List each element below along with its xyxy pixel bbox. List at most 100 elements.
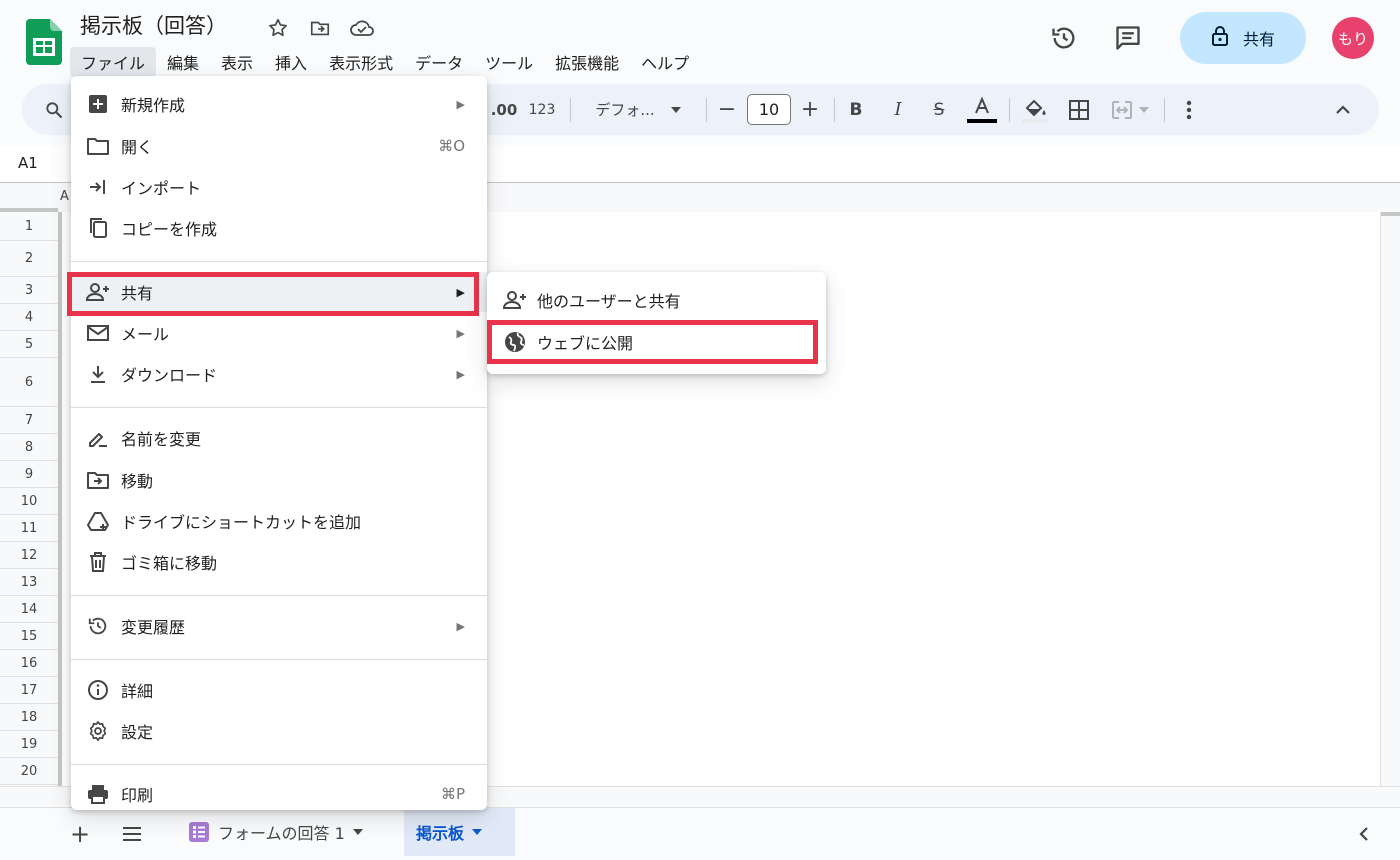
toolbar-divider	[834, 98, 835, 122]
menu-data[interactable]: データ	[404, 47, 474, 77]
column-header-a[interactable]: A	[58, 183, 70, 212]
menu-edit[interactable]: 編集	[156, 47, 210, 77]
select-all-corner[interactable]	[0, 183, 58, 212]
move-folder-icon[interactable]	[306, 14, 334, 42]
share-button[interactable]: 共有	[1180, 12, 1306, 64]
submenu-item-share-with-others[interactable]: 他のユーザーと共有	[487, 280, 826, 320]
row-header[interactable]: 11	[0, 515, 58, 542]
document-title[interactable]: 掲示板（回答）	[80, 10, 227, 40]
menu-format[interactable]: 表示形式	[318, 47, 404, 77]
bold-icon[interactable]: B	[844, 84, 868, 135]
row-header[interactable]: 18	[0, 704, 58, 731]
menu-item-trash[interactable]: ゴミ箱に移動	[71, 542, 487, 582]
vertical-scrollbar[interactable]	[1380, 212, 1400, 786]
person-add-icon	[503, 288, 527, 312]
menu-item-open[interactable]: 開く ⌘O	[71, 126, 487, 166]
strikethrough-icon[interactable]: S	[927, 84, 951, 135]
menu-view[interactable]: 表示	[210, 47, 264, 77]
row-header[interactable]: 20	[0, 758, 58, 785]
menu-help[interactable]: ヘルプ	[630, 47, 700, 77]
menu-item-print[interactable]: 印刷 ⌘P	[71, 774, 487, 814]
folder-move-icon	[86, 468, 110, 492]
font-size-input[interactable]: 10	[747, 94, 791, 125]
form-icon	[189, 822, 209, 842]
row-header[interactable]: 6	[0, 358, 58, 407]
add-box-icon	[86, 92, 110, 116]
more-formats-button[interactable]: 123	[526, 84, 558, 135]
chevron-left-icon[interactable]	[1350, 820, 1378, 848]
sheets-logo-icon[interactable]	[26, 19, 62, 65]
drive-shortcut-icon	[86, 509, 110, 533]
row-header[interactable]: 3	[0, 277, 58, 304]
menu-item-rename[interactable]: 名前を変更	[71, 418, 487, 458]
menu-item-download[interactable]: ダウンロード ▶	[71, 354, 487, 394]
all-sheets-menu-icon[interactable]	[118, 820, 146, 848]
increase-decimal-button[interactable]: .00	[486, 84, 522, 135]
row-header[interactable]: 17	[0, 677, 58, 704]
highlight-box-publish	[487, 320, 818, 364]
increase-font-size-button[interactable]: +	[797, 84, 823, 135]
row-header[interactable]: 19	[0, 731, 58, 758]
fill-color-icon[interactable]	[1018, 84, 1052, 135]
app-header: 掲示板（回答） ファイル 編集 表示 挿入 表示形式 データ ツール 拡張機能 …	[0, 0, 1400, 82]
more-options-icon[interactable]	[1178, 84, 1200, 135]
mail-icon	[86, 321, 110, 345]
menu-file[interactable]: ファイル	[70, 47, 157, 77]
menu-item-move[interactable]: 移動	[71, 460, 487, 500]
row-header[interactable]: 8	[0, 434, 58, 461]
sheet-tab-bulletin-board[interactable]: 掲示板	[404, 808, 515, 856]
sheet-tab-form-responses[interactable]: フォームの回答 1	[176, 808, 375, 856]
share-button-label: 共有	[1242, 30, 1275, 49]
toolbar-divider	[570, 98, 571, 122]
row-header[interactable]: 14	[0, 596, 58, 623]
comments-icon[interactable]	[1108, 18, 1148, 58]
italic-icon[interactable]: I	[886, 84, 910, 135]
name-box[interactable]: A1	[18, 154, 38, 172]
menu-item-settings[interactable]: 設定	[71, 711, 487, 751]
gear-icon	[86, 719, 110, 743]
menu-insert[interactable]: 挿入	[264, 47, 318, 77]
merge-cells-icon[interactable]	[1108, 84, 1152, 135]
toolbar-divider	[1009, 98, 1010, 122]
caret-down-icon	[472, 829, 483, 835]
avatar[interactable]: もり	[1332, 17, 1374, 59]
font-family-select[interactable]: デフォ...	[582, 84, 694, 135]
borders-icon[interactable]	[1066, 84, 1092, 135]
menu-item-new[interactable]: 新規作成 ▶	[71, 84, 487, 124]
decrease-font-size-button[interactable]: −	[714, 84, 740, 135]
row-header[interactable]: 15	[0, 623, 58, 650]
row-header[interactable]: 9	[0, 461, 58, 488]
submenu-arrow-icon: ▶	[456, 367, 465, 381]
sheet-tab-bar: + フォームの回答 1 掲示板	[0, 808, 1400, 860]
row-header[interactable]: 12	[0, 542, 58, 569]
collapse-toolbar-icon[interactable]	[1330, 84, 1356, 135]
star-icon[interactable]	[264, 14, 292, 42]
row-header[interactable]: 1	[0, 212, 58, 241]
text-color-icon[interactable]	[966, 84, 998, 135]
menu-tools[interactable]: ツール	[474, 47, 544, 77]
info-icon	[86, 678, 110, 702]
history-icon	[86, 614, 110, 638]
add-sheet-button[interactable]: +	[66, 820, 94, 848]
row-header[interactable]: 7	[0, 407, 58, 434]
menu-item-email[interactable]: メール ▶	[71, 313, 487, 353]
row-header[interactable]: 5	[0, 331, 58, 358]
copy-icon	[86, 216, 110, 240]
menu-item-details[interactable]: 詳細	[71, 670, 487, 710]
search-menus-icon[interactable]	[36, 84, 72, 135]
row-header[interactable]: 10	[0, 488, 58, 515]
row-header[interactable]: 13	[0, 569, 58, 596]
version-history-icon[interactable]	[1044, 18, 1084, 58]
menu-item-add-shortcut[interactable]: ドライブにショートカットを追加	[71, 501, 487, 541]
menu-item-import[interactable]: インポート	[71, 167, 487, 207]
toolbar-divider	[1164, 98, 1165, 122]
caret-down-icon	[670, 106, 681, 113]
menu-extensions[interactable]: 拡張機能	[544, 47, 630, 77]
cloud-saved-icon[interactable]	[348, 14, 376, 42]
menu-item-version-history[interactable]: 変更履歴 ▶	[71, 606, 487, 646]
row-header[interactable]: 4	[0, 304, 58, 331]
row-header[interactable]: 2	[0, 241, 58, 277]
row-header[interactable]: 16	[0, 650, 58, 677]
sheet-tab-label: 掲示板	[416, 824, 465, 843]
menu-item-make-copy[interactable]: コピーを作成	[71, 208, 487, 248]
